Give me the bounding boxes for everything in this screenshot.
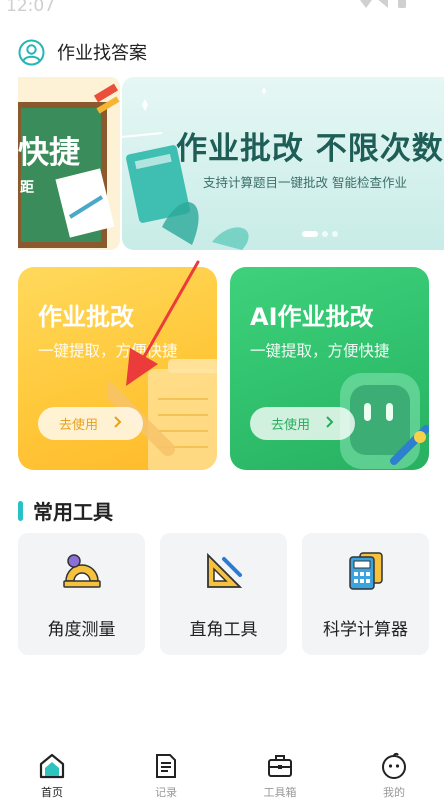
document-icon: [152, 752, 180, 780]
tool-angle-measure[interactable]: 角度测量: [18, 533, 145, 655]
tool-scientific-calculator[interactable]: 科学计算器: [302, 533, 429, 655]
use-button-label: 去使用: [270, 418, 310, 433]
tool-label: 角度测量: [47, 620, 116, 640]
tab-mine[interactable]: 我的: [354, 742, 434, 798]
tab-label: 我的: [383, 786, 405, 798]
section-header: 常用工具: [18, 496, 113, 525]
tool-label: 科学计算器: [323, 620, 408, 640]
card-subtitle: 一键提取，方便快捷: [38, 342, 178, 360]
homework-grading-card[interactable]: 作业批改 一键提取，方便快捷 去使用: [18, 267, 217, 470]
tools-grid: 角度测量 直角工具 科学计算器: [18, 533, 429, 655]
use-button-label: 去使用: [58, 418, 98, 433]
status-bar: 12:07: [0, 0, 444, 22]
chevron-right-icon: [114, 415, 122, 432]
tool-right-angle[interactable]: 直角工具: [160, 533, 287, 655]
carousel-dot: [332, 231, 338, 237]
banner-subtitle: 支持计算题目一键批改 智能检查作业: [203, 175, 407, 190]
card-title: AI作业批改: [250, 303, 374, 331]
banner-carousel[interactable]: 快捷 距 作业批改 不限次数 支持计算题目一键批改 智能检查作业: [18, 77, 444, 250]
card-title: 作业批改: [38, 303, 134, 331]
tab-label: 工具箱: [263, 786, 297, 798]
banner-left-sub: 距: [20, 180, 34, 196]
tool-label: 直角工具: [189, 620, 258, 640]
use-button[interactable]: 去使用: [250, 407, 355, 440]
tab-toolbox[interactable]: 工具箱: [240, 742, 320, 798]
set-square-icon: [204, 551, 244, 591]
header: 作业找答案: [18, 38, 147, 66]
ai-homework-grading-card[interactable]: AI作业批改 一键提取，方便快捷 去使用: [230, 267, 429, 470]
use-button[interactable]: 去使用: [38, 407, 143, 440]
carousel-indicator: [302, 231, 338, 237]
section-accent-bar: [18, 500, 23, 521]
banner-slide-current[interactable]: 作业批改 不限次数 支持计算题目一键批改 智能检查作业: [122, 77, 444, 250]
section-title: 常用工具: [33, 500, 113, 524]
status-icons: [358, 0, 418, 18]
tab-label: 记录: [155, 786, 177, 798]
chevron-right-icon: [326, 415, 334, 432]
banner-left-title: 快捷: [18, 135, 80, 171]
calculator-icon: [346, 551, 386, 591]
smiley-icon: [380, 752, 408, 780]
tab-home[interactable]: 首页: [12, 742, 92, 798]
banner-title: 作业批改 不限次数: [176, 131, 444, 167]
toolbox-icon: [266, 752, 294, 780]
card-subtitle: 一键提取，方便快捷: [250, 342, 390, 360]
page-title: 作业找答案: [57, 43, 147, 64]
carousel-dot: [302, 231, 318, 237]
carousel-dot: [322, 231, 328, 237]
status-time: 12:07: [6, 0, 55, 16]
protractor-icon: [62, 551, 102, 591]
tab-label: 首页: [41, 786, 63, 798]
bottom-tab-bar: 首页 记录 工具箱 我的: [0, 742, 444, 798]
user-avatar-icon[interactable]: [18, 39, 45, 66]
banner-slide-previous[interactable]: 快捷 距: [18, 77, 120, 250]
tab-records[interactable]: 记录: [126, 742, 206, 798]
home-icon: [38, 752, 66, 780]
